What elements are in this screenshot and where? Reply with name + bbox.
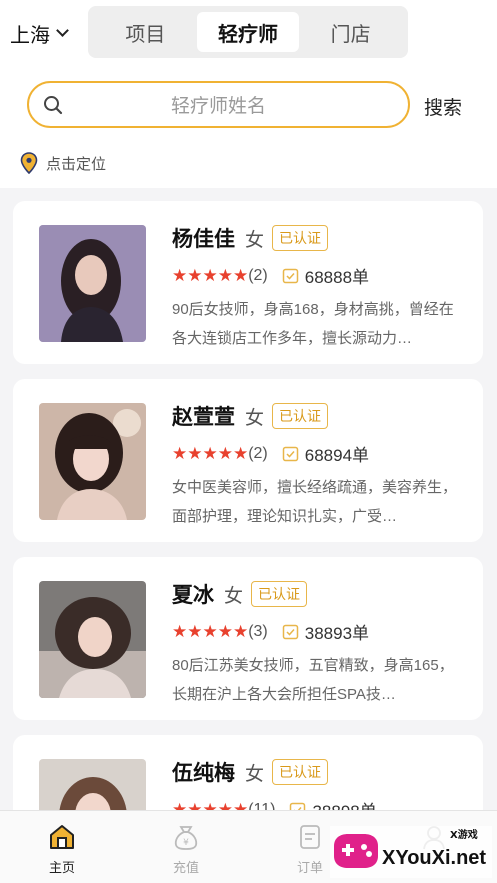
therapist-card[interactable]: 杨佳佳 女 已认证 ★★★★★ (2) 68888单 90后女技师，身高168，… <box>13 201 483 364</box>
home-icon <box>50 825 74 849</box>
therapist-name: 夏冰 <box>172 584 214 607</box>
therapist-gender: 女 <box>245 229 265 251</box>
watermark-small: X游戏 <box>450 828 478 841</box>
locate-label: 点击定位 <box>46 155 107 173</box>
therapist-name: 赵萱萱 <box>172 406 235 429</box>
therapist-photo <box>39 581 146 698</box>
search-input[interactable]: 轻疗师姓名 <box>27 81 410 128</box>
category-tabs: 项目 轻疗师 门店 <box>88 6 408 58</box>
order-count: 38893单 <box>304 624 370 643</box>
rating-stars: ★★★★★ <box>172 621 249 641</box>
therapist-card[interactable]: 夏冰 女 已认证 ★★★★★ (3) 38893单 80后江苏美女技师，五官精致… <box>13 557 483 720</box>
svg-text:¥: ¥ <box>183 838 189 848</box>
therapist-photo <box>39 225 146 342</box>
review-count: (2) <box>248 444 268 462</box>
therapist-gender: 女 <box>245 763 265 785</box>
tab-projects[interactable]: 项目 <box>94 12 197 52</box>
header-area: 上海 项目 轻疗师 门店 轻疗师姓名 搜索 点击定位 <box>0 0 497 188</box>
watermark-logo: X游戏 XYouXi.net <box>330 826 492 878</box>
therapist-name: 杨佳佳 <box>172 228 235 251</box>
search-button[interactable]: 搜索 <box>424 93 462 120</box>
verified-badge: 已认证 <box>272 225 329 251</box>
order-count: 68894单 <box>304 446 370 465</box>
therapist-gender: 女 <box>245 407 265 429</box>
city-label: 上海 <box>10 24 50 47</box>
review-count: (3) <box>248 622 268 640</box>
tab-recharge-label: 充值 <box>172 860 199 875</box>
review-count: (2) <box>248 266 268 284</box>
tab-home[interactable]: 主页 <box>0 811 124 883</box>
therapist-description: 女中医美容师，擅长经络疏通，美容养生，面部护理，理论知识扎实，广受… <box>172 479 458 525</box>
tab-orders-label: 订单 <box>296 860 323 875</box>
verified-badge: 已认证 <box>272 403 329 429</box>
search-icon <box>44 96 63 115</box>
tab-therapists[interactable]: 轻疗师 <box>196 12 300 52</box>
rating-stars: ★★★★★ <box>172 443 249 463</box>
therapist-card[interactable]: 赵萱萱 女 已认证 ★★★★★ (2) 68894单 女中医美容师，擅长经络疏通… <box>13 379 483 542</box>
city-selector[interactable]: 上海 <box>10 20 69 47</box>
order-check-icon <box>282 446 299 462</box>
tab-home-label: 主页 <box>48 860 75 875</box>
order-check-icon <box>282 268 299 284</box>
tab-recharge[interactable]: ¥ 充值 <box>124 811 248 883</box>
verified-badge: 已认证 <box>272 759 329 785</box>
order-check-icon <box>282 624 299 640</box>
location-pin-icon <box>20 152 38 174</box>
therapist-name: 伍纯梅 <box>172 762 235 785</box>
chevron-down-icon <box>56 24 69 37</box>
order-count: 68888单 <box>304 268 370 287</box>
rating-stars: ★★★★★ <box>172 265 249 285</box>
tab-stores[interactable]: 门店 <box>299 12 402 52</box>
locate-button[interactable]: 点击定位 <box>20 152 106 174</box>
therapist-photo <box>39 403 146 520</box>
money-bag-icon: ¥ <box>174 826 198 850</box>
verified-badge: 已认证 <box>251 581 308 607</box>
therapist-description: 80后江苏美女技师，五官精致，身高165，长期在沪上各大会所担任SPA技… <box>172 657 454 703</box>
order-icon <box>300 825 320 849</box>
therapist-description: 90后女技师，身高168，身材高挑，曾经在各大连锁店工作多年，擅长源动力… <box>172 301 454 347</box>
therapist-gender: 女 <box>224 585 244 607</box>
watermark-text: XYouXi.net <box>382 847 486 869</box>
search-placeholder: 轻疗师姓名 <box>170 96 266 117</box>
